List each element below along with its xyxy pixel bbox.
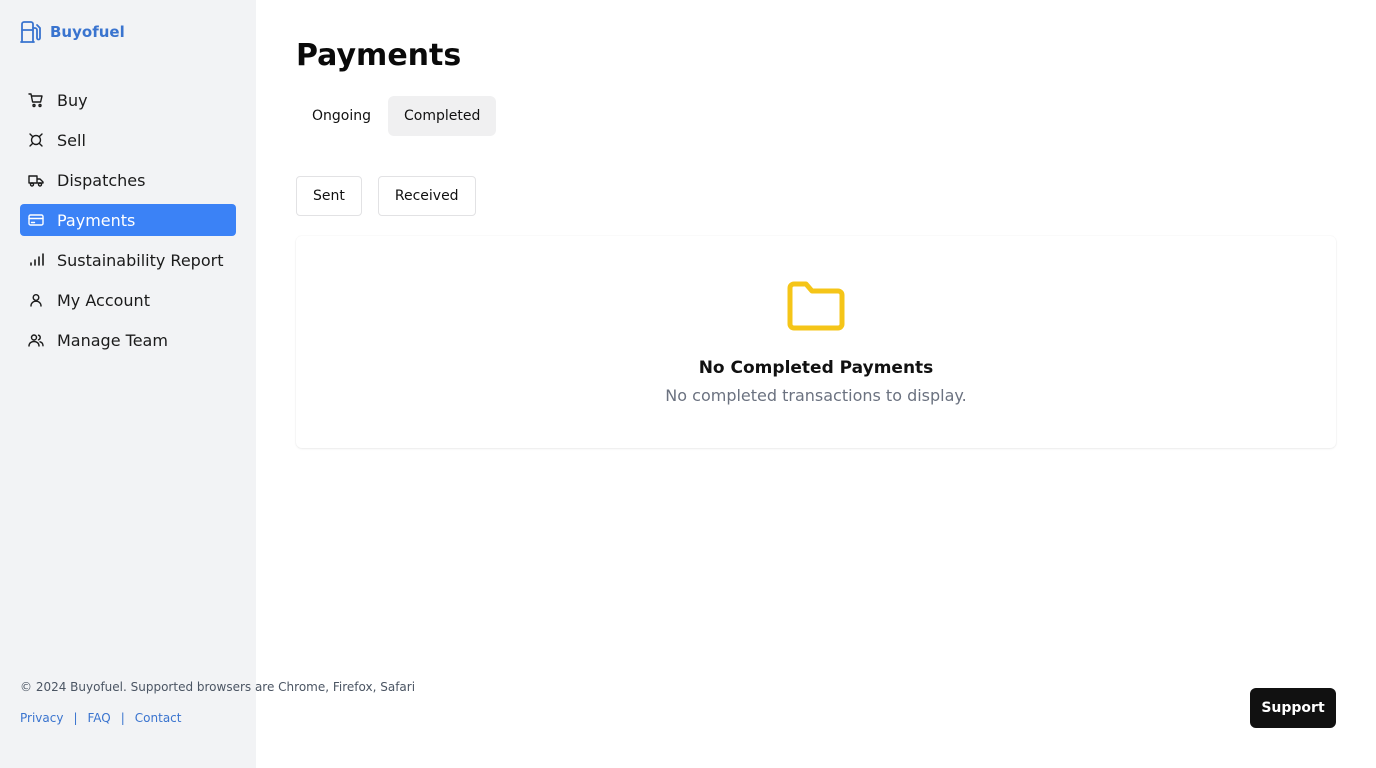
support-button[interactable]: Support xyxy=(1250,688,1336,728)
received-button[interactable]: Received xyxy=(377,176,476,216)
cart-icon xyxy=(28,92,44,108)
empty-state-title: No Completed Payments xyxy=(698,358,934,378)
sidebar-item-sell[interactable]: Sell xyxy=(20,124,236,156)
privacy-link[interactable]: Privacy xyxy=(20,711,63,725)
sidebar-item-manage-team[interactable]: Manage Team xyxy=(20,324,236,356)
sidebar-item-dispatches[interactable]: Dispatches xyxy=(20,164,236,196)
sidebar-item-label: Dispatches xyxy=(57,170,146,190)
sidebar-item-payments[interactable]: Payments xyxy=(20,204,236,236)
empty-state-card: No Completed Payments No completed trans… xyxy=(296,236,1336,448)
credit-card-icon xyxy=(28,212,44,228)
brand-logo[interactable]: Buyofuel xyxy=(20,20,125,44)
sidebar-item-label: Sell xyxy=(57,130,86,150)
contact-link[interactable]: Contact xyxy=(135,711,182,725)
empty-state-message: No completed transactions to display. xyxy=(665,386,967,405)
sidebar: Buyofuel Buy Sell Dispatches Payments Su… xyxy=(0,0,415,768)
direction-filter: Sent Received xyxy=(296,176,476,216)
sidebar-item-label: Sustainability Report xyxy=(57,250,224,270)
sell-tag-icon xyxy=(28,132,44,148)
sidebar-item-label: Buy xyxy=(57,90,88,110)
sent-button[interactable]: Sent xyxy=(296,176,362,216)
footer-links: Privacy | FAQ | Contact xyxy=(20,711,181,725)
sidebar-item-label: Manage Team xyxy=(57,330,168,350)
user-icon xyxy=(28,292,44,308)
link-divider: | xyxy=(120,711,125,725)
sidebar-item-my-account[interactable]: My Account xyxy=(20,284,236,316)
status-tabs: Ongoing Completed xyxy=(296,96,497,136)
copyright-text: © 2024 Buyofuel. Supported browsers are … xyxy=(20,680,416,694)
sidebar-item-label: My Account xyxy=(57,290,150,310)
tab-completed[interactable]: Completed xyxy=(388,96,497,136)
tab-ongoing[interactable]: Ongoing xyxy=(296,96,387,136)
faq-link[interactable]: FAQ xyxy=(88,711,111,725)
link-divider: | xyxy=(73,711,78,725)
fuel-pump-icon xyxy=(20,20,42,44)
brand-name: Buyofuel xyxy=(50,23,125,41)
sidebar-item-buy[interactable]: Buy xyxy=(20,84,236,116)
page-title: Payments xyxy=(296,38,462,73)
truck-icon xyxy=(28,172,44,188)
folder-icon xyxy=(786,280,846,336)
bar-chart-icon xyxy=(28,252,44,268)
sidebar-nav: Buy Sell Dispatches Payments Sustainabil… xyxy=(20,84,236,364)
users-icon xyxy=(28,332,44,348)
sidebar-item-sustainability-report[interactable]: Sustainability Report xyxy=(20,244,236,276)
sidebar-item-label: Payments xyxy=(57,210,136,230)
